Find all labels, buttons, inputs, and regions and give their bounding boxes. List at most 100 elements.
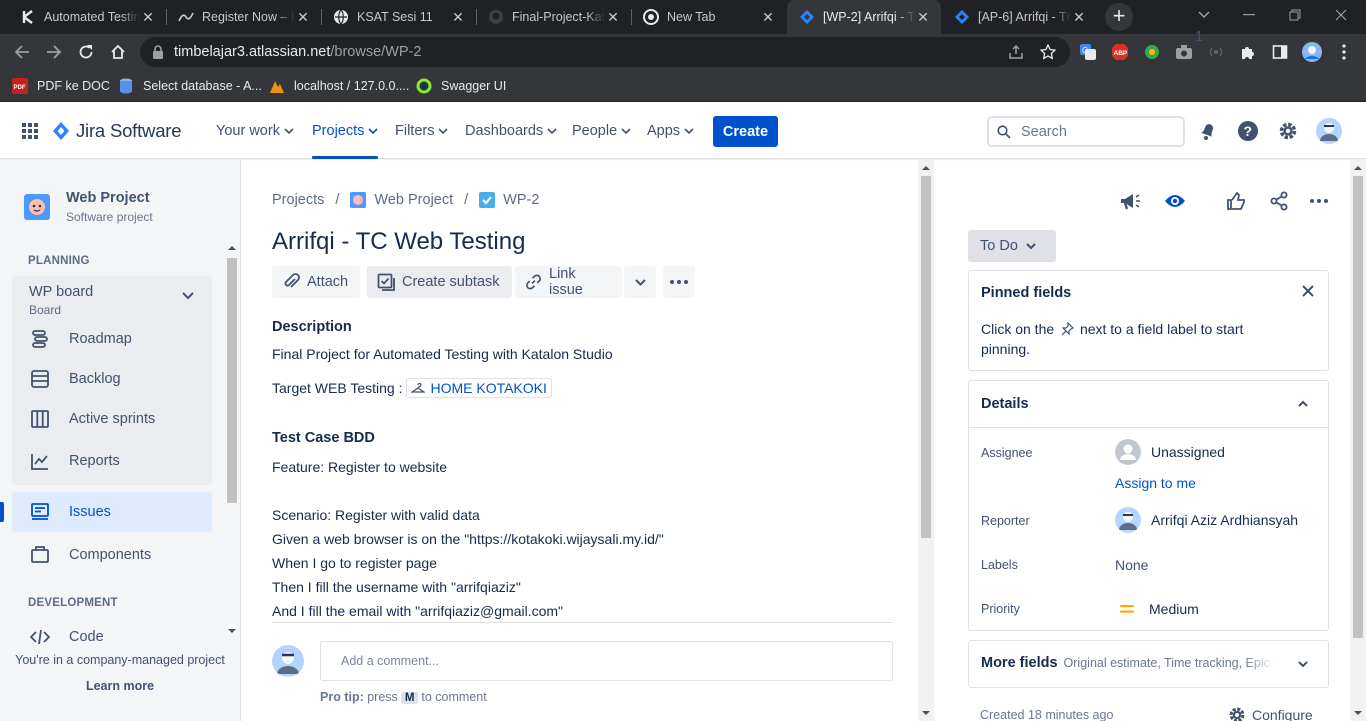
chevron-down-icon[interactable] — [182, 292, 194, 300]
share-icon[interactable] — [1267, 189, 1291, 213]
browser-tab[interactable]: [AP-6] Arrifqi - TC ✕ — [942, 0, 1097, 34]
components-icon — [28, 543, 52, 567]
nav-filters[interactable]: Filters — [395, 103, 449, 159]
nav-your-work[interactable]: Your work — [216, 103, 294, 159]
feedback-megaphone-icon[interactable] — [1118, 189, 1142, 213]
attach-button[interactable]: Attach — [272, 266, 361, 298]
close-icon[interactable] — [1302, 285, 1314, 297]
app-switcher-icon[interactable] — [22, 123, 38, 139]
home-icon[interactable] — [106, 40, 130, 64]
right-panel-scrollbar[interactable] — [1350, 160, 1366, 721]
minimize-icon[interactable] — [1226, 0, 1272, 30]
sidebar-item-active-sprints[interactable]: Active sprints — [28, 399, 212, 439]
close-tab-icon[interactable]: ✕ — [915, 9, 931, 25]
adblock-icon[interactable]: ABP — [1110, 42, 1130, 62]
board-title[interactable]: WP board — [29, 284, 93, 300]
browser-tab[interactable]: Automated Testin ✕ — [8, 0, 166, 34]
sidebar-item-label: Code — [69, 629, 104, 645]
breadcrumb-issue-key[interactable]: WP-2 — [503, 192, 539, 208]
create-subtask-button[interactable]: Create subtask — [367, 266, 512, 298]
bookmark-star-icon[interactable] — [1038, 42, 1058, 62]
learn-more-link[interactable]: Learn more — [0, 679, 240, 693]
reload-icon[interactable] — [74, 40, 98, 64]
breadcrumb-projects[interactable]: Projects — [272, 192, 324, 208]
share-page-icon[interactable] — [1006, 42, 1026, 62]
bookmark-label: localhost / 127.0.0.... — [294, 79, 410, 93]
close-tab-icon[interactable]: ✕ — [295, 9, 311, 25]
search-input[interactable]: Search — [987, 116, 1185, 147]
reporter-field[interactable]: Arrifqi Aziz Ardhiansyah — [1115, 507, 1298, 533]
close-tab-icon[interactable]: ✕ — [605, 9, 621, 25]
sidebar-item-backlog[interactable]: Backlog — [28, 359, 212, 399]
assign-to-me-link[interactable]: Assign to me — [1115, 475, 1196, 491]
new-tab-button[interactable]: + — [1105, 3, 1133, 31]
watch-eye-icon[interactable] — [1163, 189, 1187, 213]
inline-link-card[interactable]: HOME KOTAKOKI — [406, 378, 552, 398]
labels-value[interactable]: None — [1115, 557, 1148, 573]
chevron-down-icon — [1026, 242, 1036, 249]
link-issue-dropdown[interactable] — [624, 266, 656, 298]
close-tab-icon[interactable]: ✕ — [760, 9, 776, 25]
bookmark-item[interactable]: Swagger UI — [416, 76, 506, 96]
forward-icon[interactable] — [42, 40, 66, 64]
assignee-field[interactable]: Unassigned — [1115, 439, 1225, 465]
nav-dashboards[interactable]: Dashboards — [465, 103, 557, 159]
cast-icon[interactable] — [1206, 42, 1226, 62]
create-button[interactable]: Create — [713, 116, 778, 147]
link-issue-button[interactable]: Link issue — [515, 266, 622, 298]
close-tab-icon[interactable]: ✕ — [140, 9, 156, 25]
user-avatar[interactable] — [1316, 118, 1342, 144]
nav-projects[interactable]: Projects — [312, 103, 379, 159]
profile-avatar-icon[interactable] — [1302, 42, 1322, 62]
sidebar-item-components[interactable]: Components — [28, 535, 212, 575]
status-dropdown-button[interactable]: To Do — [968, 230, 1056, 262]
sidebar-item-issues[interactable]: Issues — [0, 492, 212, 532]
camera-icon[interactable] — [1174, 42, 1194, 62]
google-translate-icon[interactable]: G — [1078, 42, 1098, 62]
comment-input[interactable]: Add a comment... — [320, 641, 893, 681]
sidebar-scrollbar[interactable] — [225, 242, 239, 637]
more-dots-icon[interactable] — [1307, 189, 1331, 213]
address-bar[interactable]: timbelajar3.atlassian.net/browse/WP-2 — [140, 37, 1070, 67]
browser-tab-active[interactable]: [WP-2] Arrifqi - T ✕ — [787, 0, 941, 34]
bookmark-item[interactable]: localhost / 127.0.0.... — [269, 76, 409, 96]
help-icon[interactable]: ? — [1235, 118, 1261, 144]
nav-apps[interactable]: Apps — [647, 103, 694, 159]
close-tab-icon[interactable]: ✕ — [450, 9, 466, 25]
browser-menu-icon[interactable] — [1334, 42, 1354, 62]
description-text[interactable]: Final Project for Automated Testing with… — [272, 346, 613, 362]
project-header[interactable]: Web Project Software project — [24, 190, 153, 224]
reporter-label: Reporter — [981, 514, 1030, 528]
url-path: /browse/WP-2 — [330, 44, 422, 60]
close-window-icon[interactable] — [1318, 0, 1364, 30]
details-header[interactable]: Details — [969, 381, 1328, 428]
browser-tab[interactable]: KSAT Sesi 11 ✕ — [321, 0, 476, 34]
side-panel-icon[interactable] — [1270, 42, 1290, 62]
breadcrumb-project[interactable]: Web Project — [374, 192, 453, 208]
notifications-icon[interactable] — [1195, 118, 1221, 144]
priority-field[interactable]: Medium — [1115, 601, 1199, 617]
more-fields-card[interactable]: More fields Original estimate, Time trac… — [968, 640, 1329, 688]
lock-icon[interactable] — [152, 45, 164, 59]
sidebar-item-roadmap[interactable]: Roadmap — [28, 319, 212, 359]
configure-button[interactable]: Configure — [1228, 706, 1313, 721]
extension-leaf-icon[interactable] — [1142, 42, 1162, 62]
more-actions-button[interactable] — [663, 266, 695, 298]
issue-title[interactable]: Arrifqi - TC Web Testing — [272, 228, 525, 256]
bookmark-item[interactable]: Select database - A... — [118, 76, 262, 96]
jira-logo[interactable]: Jira Software — [52, 120, 182, 142]
nav-people[interactable]: People — [572, 103, 631, 159]
sidebar-item-reports[interactable]: Reports — [28, 441, 212, 481]
browser-tab[interactable]: New Tab ✕ — [631, 0, 786, 34]
restore-icon[interactable] — [1272, 0, 1318, 30]
browser-tab[interactable]: Final-Project-Kat ✕ — [476, 0, 631, 34]
browser-tab[interactable]: Register Now – K ✕ — [166, 0, 321, 34]
main-scrollbar[interactable] — [918, 160, 934, 721]
extensions-puzzle-icon[interactable] — [1238, 42, 1258, 62]
close-tab-icon[interactable]: ✕ — [1071, 9, 1087, 25]
bookmark-item[interactable]: PDF PDF ke DOC — [12, 76, 110, 96]
back-icon[interactable] — [10, 40, 34, 64]
tab-search-chevron-icon[interactable] — [1181, 0, 1227, 30]
like-thumbs-up-icon[interactable] — [1224, 189, 1248, 213]
settings-gear-icon[interactable] — [1275, 118, 1301, 144]
